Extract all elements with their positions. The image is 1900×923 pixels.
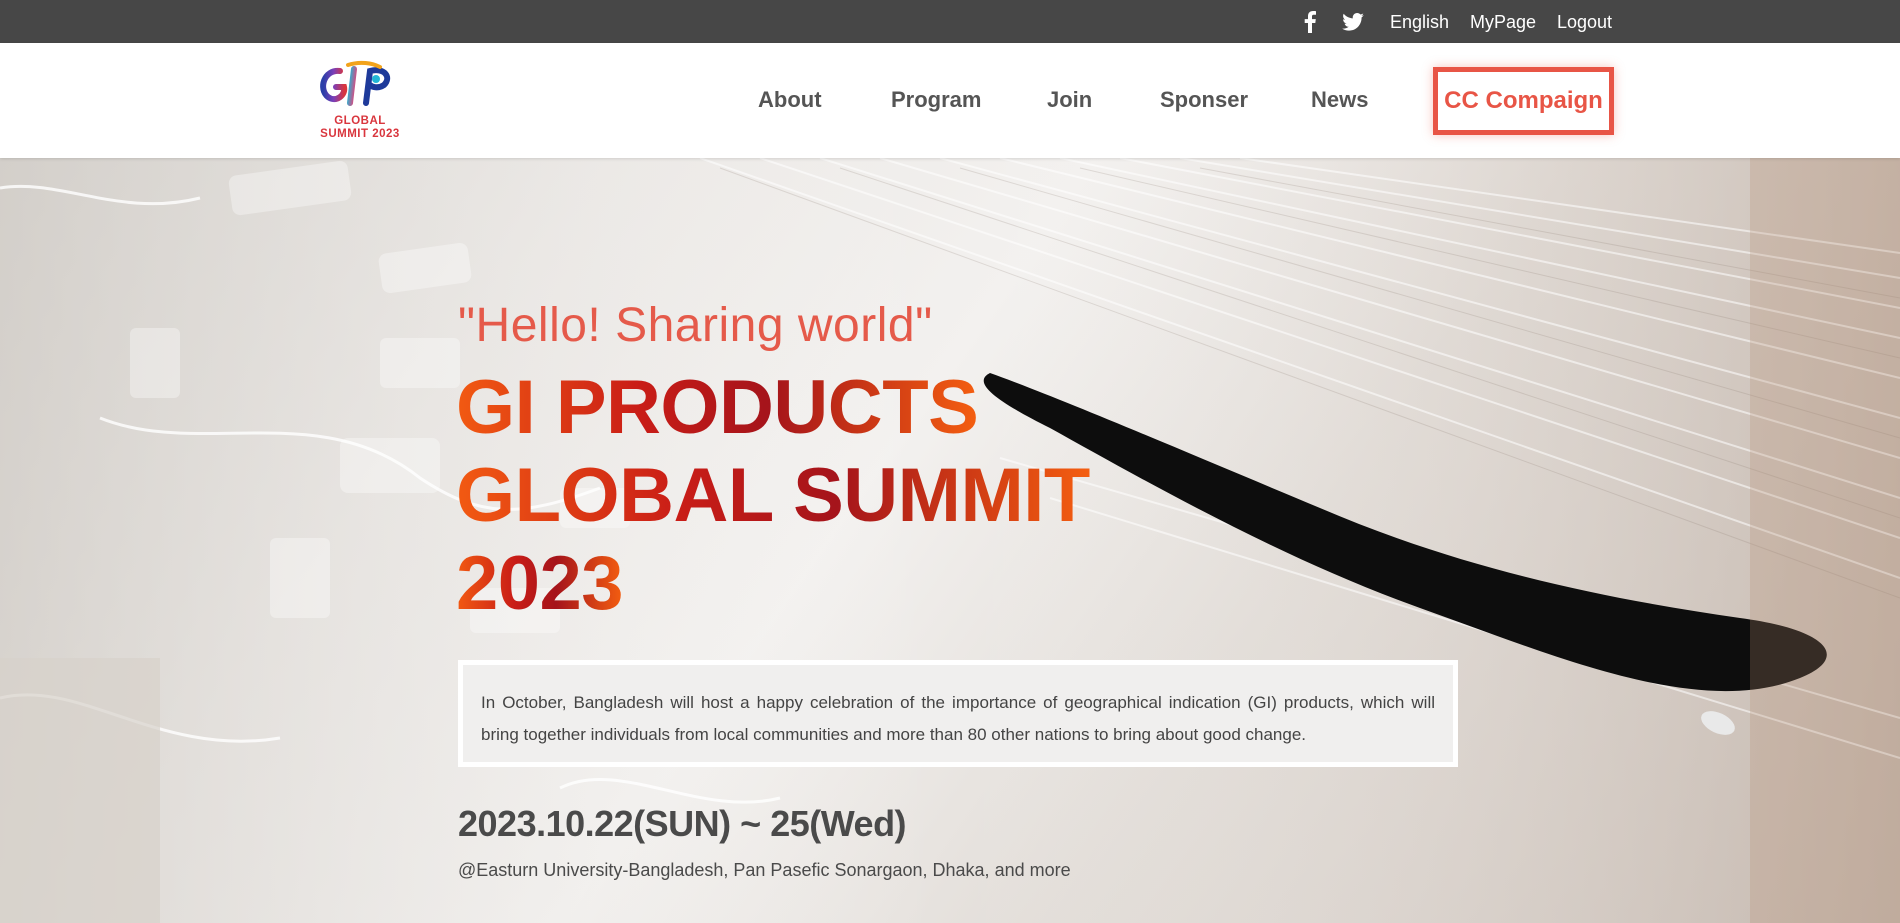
nav-news[interactable]: News [1311,87,1368,113]
logout-link[interactable]: Logout [1557,12,1612,33]
hero-description: In October, Bangladesh will host a happy… [481,693,1435,744]
facebook-icon[interactable] [1303,0,1317,43]
hero-section: "Hello! Sharing world" GI PRODUCTS GLOBA… [0,158,1900,923]
gip-logo-mark [320,60,391,106]
top-utility-bar: English MyPage Logout [0,0,1900,43]
hero-title-line3: 2023 [456,539,624,629]
mypage-link[interactable]: MyPage [1470,12,1536,33]
hero-tagline: "Hello! Sharing world" [458,299,933,352]
language-link[interactable]: English [1390,12,1449,33]
event-venue: @Easturn University-Bangladesh, Pan Pase… [458,860,1071,880]
gip-logo[interactable]: GLOBAL SUMMIT 2023 [310,59,410,145]
nav-program[interactable]: Program [891,87,981,113]
hero-description-box: In October, Bangladesh will host a happy… [458,660,1458,767]
twitter-icon[interactable] [1342,0,1364,43]
cc-compaign-button[interactable]: CC Compaign [1433,67,1614,135]
main-header: GLOBAL SUMMIT 2023 About Program Join Sp… [0,43,1900,158]
event-date: 2023.10.22(SUN) ~ 25(Wed) [458,803,907,844]
logo-text-summit: SUMMIT 2023 [320,128,400,140]
hero-title-line2: GLOBAL SUMMIT [456,451,1090,541]
nav-join[interactable]: Join [1047,87,1092,113]
logo-text-global: GLOBAL [334,115,386,127]
nav-about[interactable]: About [758,87,822,113]
nav-sponser[interactable]: Sponser [1160,87,1248,113]
hero-title-line1: GI PRODUCTS [456,363,979,453]
